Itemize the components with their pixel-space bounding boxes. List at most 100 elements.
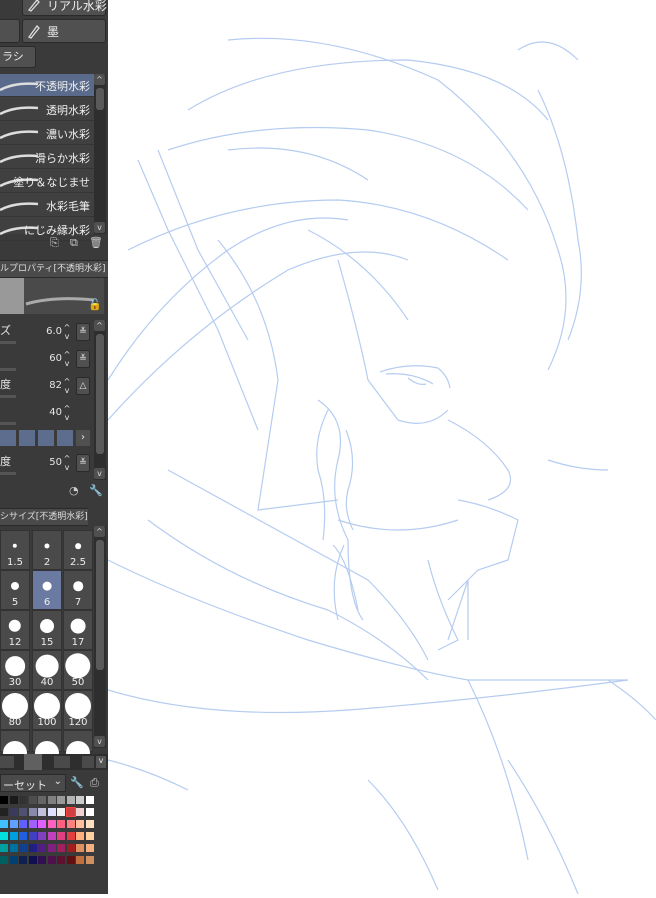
color-swatch[interactable]: [57, 808, 65, 816]
spinner-icon[interactable]: ^ v: [62, 350, 72, 368]
color-swatch[interactable]: [9, 832, 18, 840]
property-slider[interactable]: [0, 341, 16, 344]
color-swatch[interactable]: [19, 796, 27, 804]
brush-size-cell[interactable]: 2.5: [63, 530, 93, 570]
color-swatch[interactable]: [38, 796, 46, 804]
subtool-tab[interactable]: ラシ: [0, 46, 36, 68]
brush-size-cell[interactable]: [63, 730, 93, 765]
dynamics-button[interactable]: ≚: [76, 323, 90, 341]
brush-size-cell[interactable]: 40: [32, 650, 62, 690]
scroll-down-icon[interactable]: v: [94, 468, 105, 479]
tool-button-blank[interactable]: [0, 19, 20, 43]
property-slider[interactable]: [0, 422, 16, 425]
color-swatch[interactable]: [0, 844, 8, 852]
color-swatch[interactable]: [28, 856, 37, 864]
panel-menu-icon[interactable]: v: [96, 756, 106, 768]
brush-size-scrollbar[interactable]: ^ v: [94, 526, 106, 748]
brush-list-scrollbar[interactable]: ^ v: [94, 74, 106, 234]
color-swatch[interactable]: [47, 856, 56, 864]
color-swatch[interactable]: [38, 820, 46, 828]
brush-list-item[interactable]: 塗り＆なじませ: [0, 170, 94, 193]
dynamics-button[interactable]: ≚: [76, 454, 90, 472]
spinner-icon[interactable]: ^ v: [62, 404, 72, 422]
lock-icon[interactable]: 🔓: [88, 298, 102, 311]
color-swatch[interactable]: [76, 820, 84, 828]
color-swatch[interactable]: [9, 844, 18, 852]
color-swatch[interactable]: [85, 856, 94, 864]
brush-list-item[interactable]: にじみ縁水彩: [0, 218, 94, 241]
color-swatch[interactable]: [9, 856, 18, 864]
color-swatch[interactable]: [28, 820, 37, 828]
color-swatch[interactable]: [0, 820, 8, 828]
brush-size-cell[interactable]: 1.5: [0, 530, 30, 570]
import-icon[interactable]: ⎙: [90, 776, 99, 790]
color-swatch[interactable]: [85, 832, 94, 840]
brush-size-cell[interactable]: 80: [0, 690, 30, 730]
color-swatch[interactable]: [0, 832, 8, 840]
tab-intermediate-color[interactable]: [54, 756, 70, 768]
property-value[interactable]: 6.0: [46, 326, 62, 337]
color-swatch[interactable]: [38, 856, 46, 864]
color-swatch[interactable]: [66, 856, 75, 864]
color-swatch[interactable]: [19, 856, 27, 864]
color-swatch[interactable]: [38, 832, 46, 840]
color-swatch[interactable]: [0, 856, 8, 864]
wrench-icon[interactable]: 🔧: [70, 776, 84, 789]
brush-size-cell[interactable]: 2: [32, 530, 62, 570]
color-swatch[interactable]: [47, 796, 56, 804]
brush-list-item[interactable]: 不透明水彩: [0, 74, 94, 97]
property-value[interactable]: 40: [49, 407, 62, 418]
tab-similar-color[interactable]: [82, 756, 94, 768]
color-swatch[interactable]: [66, 820, 75, 828]
trash-icon[interactable]: 🗑: [89, 236, 103, 249]
color-set-dropdown[interactable]: ーセット ⌄: [0, 774, 66, 792]
brush-list-item[interactable]: 濃い水彩: [0, 122, 94, 145]
color-swatch[interactable]: [65, 807, 76, 817]
color-swatch[interactable]: [57, 856, 65, 864]
color-swatch[interactable]: [76, 808, 84, 816]
color-swatch[interactable]: [76, 832, 84, 840]
color-swatch[interactable]: [47, 832, 56, 840]
color-swatch[interactable]: [85, 844, 94, 852]
color-swatch[interactable]: [9, 796, 18, 804]
color-swatch[interactable]: [66, 844, 75, 852]
color-swatch[interactable]: [57, 832, 65, 840]
brush-size-cell[interactable]: [0, 730, 30, 765]
brush-size-cell[interactable]: 15: [32, 610, 62, 650]
copy-to-new-icon[interactable]: ⎘: [50, 236, 59, 250]
tab-color-set[interactable]: [24, 754, 42, 770]
scrollbar-thumb[interactable]: [96, 334, 104, 454]
brush-size-cell[interactable]: 6: [32, 570, 62, 610]
color-swatch[interactable]: [76, 844, 84, 852]
color-swatch[interactable]: [57, 820, 65, 828]
drawing-canvas[interactable]: [107, 0, 656, 895]
color-swatch[interactable]: [0, 808, 8, 816]
scroll-down-icon[interactable]: v: [94, 736, 105, 747]
brush-list-item[interactable]: 水彩毛筆: [0, 194, 94, 217]
color-swatch[interactable]: [57, 844, 65, 852]
brush-size-cell[interactable]: 7: [63, 570, 93, 610]
brush-size-cell[interactable]: 50: [63, 650, 93, 690]
color-swatch[interactable]: [85, 820, 94, 828]
dynamics-button[interactable]: △: [76, 377, 90, 395]
tool-button-ink[interactable]: 墨: [22, 19, 106, 43]
property-scrollbar[interactable]: ^ v: [94, 320, 106, 480]
color-swatch[interactable]: [76, 856, 84, 864]
color-swatch[interactable]: [38, 808, 46, 816]
scroll-up-icon[interactable]: ^: [94, 320, 105, 331]
brush-size-cell[interactable]: 30: [0, 650, 30, 690]
property-slider[interactable]: [0, 368, 16, 371]
wrench-icon[interactable]: 🔧: [89, 484, 103, 497]
brush-size-cell[interactable]: 12: [0, 610, 30, 650]
property-slider[interactable]: [0, 395, 16, 398]
color-swatch[interactable]: [28, 844, 37, 852]
color-swatch[interactable]: [47, 808, 56, 816]
tool-button-real-watercolor[interactable]: リアル水彩: [22, 0, 107, 16]
color-swatch[interactable]: [85, 796, 94, 804]
brush-size-cell[interactable]: 100: [32, 690, 62, 730]
duplicate-icon[interactable]: ⧉: [70, 236, 78, 250]
brush-size-cell[interactable]: [32, 730, 62, 765]
color-swatch[interactable]: [19, 808, 27, 816]
reset-icon[interactable]: ◔: [69, 484, 79, 497]
color-swatch[interactable]: [66, 832, 75, 840]
